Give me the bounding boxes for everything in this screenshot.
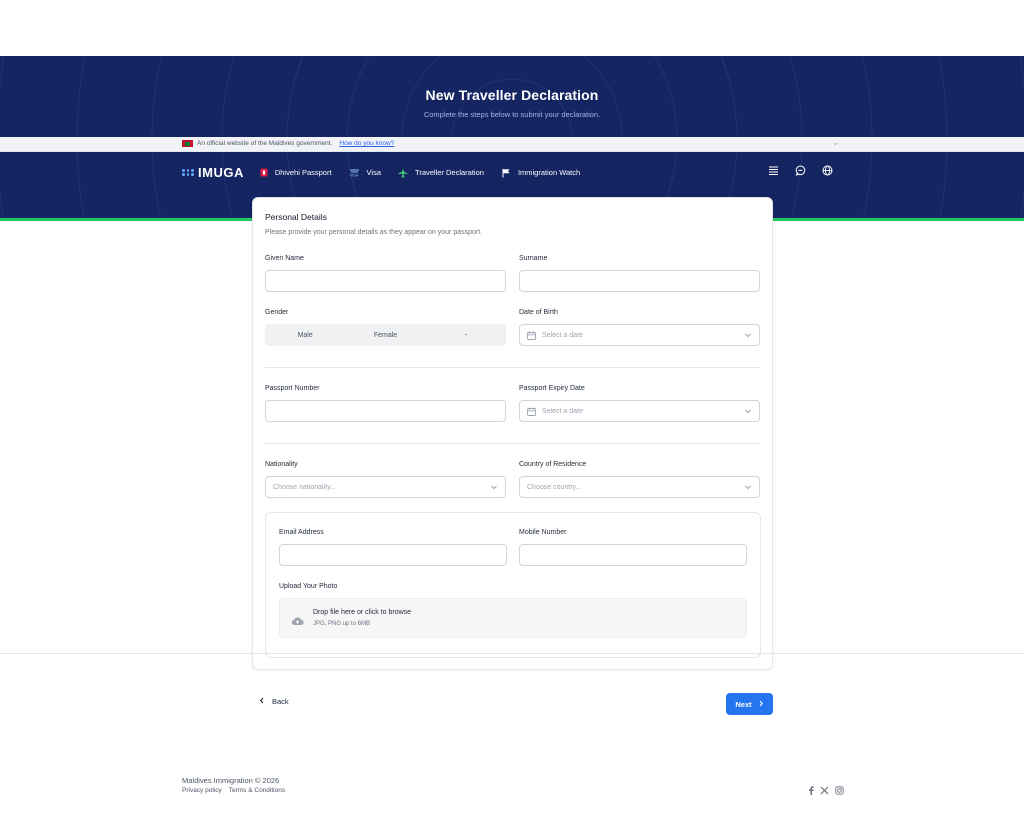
chevron-right-icon [758, 700, 764, 709]
nav-item-label: Visa [366, 168, 382, 177]
surname-input[interactable] [519, 270, 760, 292]
gender-option-female[interactable]: Female [345, 324, 425, 346]
calendar-icon [527, 331, 536, 340]
x-icon[interactable] [820, 786, 829, 797]
facebook-icon[interactable] [808, 786, 814, 797]
residence-placeholder: Choose country... [527, 483, 582, 491]
copyright-text: Maldives Immigration © 2026 [182, 776, 280, 785]
divider [265, 443, 760, 444]
maldives-flag-icon [182, 140, 193, 147]
email-label: Email Address [279, 529, 324, 536]
svg-text:VISA: VISA [350, 174, 359, 178]
chevron-down-icon [744, 483, 752, 493]
social-links [808, 786, 844, 797]
nav-item-label: Immigration Watch [517, 168, 581, 177]
official-website-banner: An official website of the Maldives gove… [0, 137, 1024, 152]
page: New Traveller Declaration Complete the s… [0, 0, 1024, 823]
next-label: Next [735, 699, 752, 709]
logo-dots-icon [182, 169, 194, 176]
page-subtitle: Complete the steps below to submit your … [423, 110, 601, 119]
chevron-down-icon [744, 407, 752, 417]
menu-stack-icon[interactable] [768, 165, 779, 176]
dropzone-title: Drop file here or click to browse [313, 609, 412, 616]
section-title: Personal Details [265, 212, 327, 222]
mobile-label: Mobile Number [519, 529, 567, 536]
residence-label: Country of Residence [519, 461, 587, 468]
personal-details-card: Personal Details Please provide your per… [252, 197, 773, 670]
dob-date-picker[interactable]: Select a date [519, 324, 760, 346]
gender-option-male[interactable]: Male [265, 324, 345, 346]
passport-icon [260, 168, 268, 177]
chevron-down-icon[interactable]: ⌄ [832, 138, 839, 147]
nav-item-label: Dhivehi Passport [274, 168, 332, 177]
back-label: Back [272, 697, 289, 706]
footer-links: Privacy policy Terms & Conditions [182, 787, 285, 794]
nav-item-visa[interactable]: VISA Visa [349, 168, 381, 177]
mobile-input[interactable] [519, 544, 747, 566]
dob-placeholder: Select a date [542, 331, 583, 339]
nav-item-dhivehi-passport[interactable]: Dhivehi Passport [260, 168, 332, 177]
cloud-upload-icon [291, 613, 304, 631]
hero-banner: New Traveller Declaration Complete the s… [0, 56, 1024, 137]
passport-number-label: Passport Number [265, 385, 320, 392]
nationality-placeholder: Choose nationality... [273, 483, 336, 491]
chevron-left-icon [259, 697, 265, 706]
chat-icon[interactable] [795, 165, 806, 176]
gender-label: Gender [265, 309, 289, 316]
divider [265, 367, 760, 368]
instagram-icon[interactable] [835, 786, 844, 797]
how-do-you-know-link[interactable]: How do you know? [339, 140, 394, 147]
chevron-down-icon [744, 331, 752, 341]
upload-photo-label: Upload Your Photo [279, 583, 338, 590]
page-title: New Traveller Declaration [425, 87, 599, 103]
nav-item-immigration-watch[interactable]: Immigration Watch [501, 168, 580, 178]
back-button[interactable]: Back [259, 697, 289, 706]
nav-item-traveller-declaration[interactable]: Traveller Declaration [398, 168, 484, 178]
divider [0, 653, 1024, 654]
visa-icon: VISA [349, 168, 360, 177]
contact-section: Email Address Mobile Number Upload Your … [265, 512, 761, 658]
privacy-policy-link[interactable]: Privacy policy [182, 787, 222, 794]
nav-item-label: Traveller Declaration [415, 168, 484, 177]
section-description: Please provide your personal details as … [265, 229, 483, 236]
calendar-icon [527, 407, 536, 416]
imuga-logo[interactable]: IMUGA [182, 165, 244, 180]
dropzone-hint: JPG, PNG up to 6MB [313, 621, 371, 627]
flag-icon [501, 168, 511, 178]
email-input[interactable] [279, 544, 507, 566]
plane-icon [398, 168, 408, 178]
nationality-select[interactable]: Choose nationality... [265, 476, 506, 498]
given-name-label: Given Name [265, 255, 304, 262]
gender-option-unspecified[interactable]: - [426, 324, 506, 346]
globe-icon[interactable] [822, 165, 833, 176]
passport-expiry-placeholder: Select a date [542, 407, 583, 415]
terms-link[interactable]: Terms & Conditions [229, 787, 285, 794]
passport-expiry-date-picker[interactable]: Select a date [519, 400, 760, 422]
given-name-input[interactable] [265, 270, 506, 292]
photo-dropzone[interactable]: Drop file here or click to browse JPG, P… [279, 598, 747, 638]
passport-expiry-label: Passport Expiry Date [519, 385, 585, 392]
passport-number-input[interactable] [265, 400, 506, 422]
official-website-text: An official website of the Maldives gove… [197, 140, 333, 147]
nationality-label: Nationality [265, 461, 298, 468]
residence-select[interactable]: Choose country... [519, 476, 760, 498]
next-button[interactable]: Next [726, 693, 773, 715]
chevron-down-icon [490, 483, 498, 493]
surname-label: Surname [519, 255, 548, 262]
dob-label: Date of Birth [519, 309, 558, 316]
logo-text: IMUGA [198, 165, 244, 180]
gender-segmented-control: Male Female - [265, 324, 506, 346]
